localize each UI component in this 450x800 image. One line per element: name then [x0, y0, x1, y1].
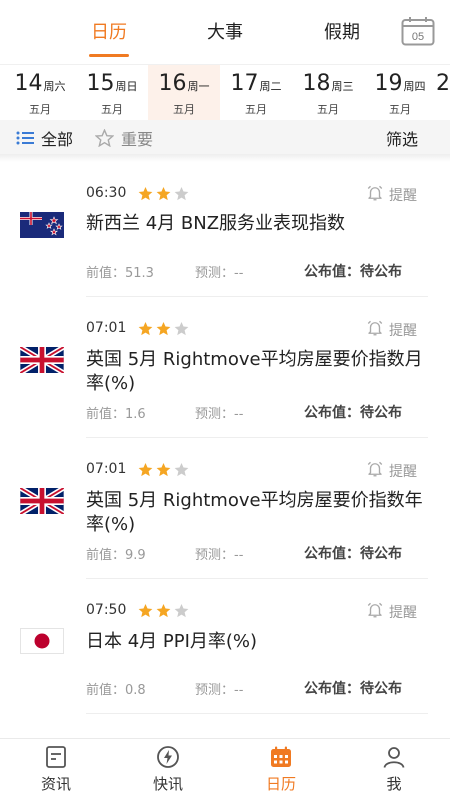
star-outline-icon	[95, 129, 114, 147]
event-title: 日本 4月 PPI月率(%)	[86, 631, 258, 652]
forecast-value: 预测：--	[195, 266, 244, 281]
remind-button[interactable]: 提醒	[366, 184, 417, 206]
star-filled-icon	[156, 603, 171, 622]
date-cell[interactable]: 18周三 五月	[292, 65, 364, 121]
event-divider	[86, 437, 428, 438]
previous-value: 前值：1.6	[86, 407, 146, 422]
date-cell[interactable]: 17周二 五月	[220, 65, 292, 121]
star-empty-icon	[174, 462, 189, 481]
jp-flag	[20, 628, 64, 654]
previous-value: 前值：9.9	[86, 548, 146, 563]
date-cell[interactable]: 14周六 五月	[4, 65, 76, 121]
event-time: 07:01	[86, 461, 127, 477]
uk-flag	[19, 344, 65, 376]
alarm-bell-icon	[366, 460, 384, 482]
flash-icon	[157, 746, 179, 768]
publish-value: 公布值：待公布	[304, 681, 402, 697]
importance-stars	[138, 321, 189, 340]
forecast-value: 预测：--	[195, 683, 244, 698]
active-tab-indicator	[89, 54, 129, 57]
star-filled-icon	[138, 321, 153, 340]
divider	[0, 154, 450, 162]
uk-flag	[19, 485, 65, 517]
nav-news[interactable]: 资讯	[0, 739, 112, 800]
publish-value: 公布值：待公布	[304, 546, 402, 562]
event-time: 06:30	[86, 185, 127, 201]
remind-button[interactable]: 提醒	[366, 601, 417, 623]
alarm-bell-icon	[366, 601, 384, 623]
star-filled-icon	[138, 186, 153, 205]
nav-calendar[interactable]: 日历	[225, 739, 337, 800]
event-divider	[86, 578, 428, 579]
profile-icon	[383, 747, 405, 768]
filter-settings-button[interactable]: 筛选	[386, 126, 418, 150]
forecast-value: 预测：--	[195, 407, 244, 422]
importance-stars	[138, 603, 189, 622]
nav-flash[interactable]: 快讯	[112, 739, 224, 800]
event-divider	[86, 713, 428, 714]
date-cell[interactable]: 19周四 五月	[364, 65, 436, 121]
event-title: 英国 5月 Rightmove平均房屋要价指数年率(%)	[86, 490, 423, 535]
star-filled-icon	[156, 462, 171, 481]
star-filled-icon	[156, 321, 171, 340]
alarm-bell-icon	[366, 319, 384, 341]
filter-bar: 全部 重要 筛选	[0, 120, 450, 154]
svg-text:05: 05	[412, 31, 424, 43]
filter-important-button[interactable]: 重要	[95, 126, 153, 150]
date-cell-selected[interactable]: 16周一 五月	[148, 65, 220, 121]
publish-value: 公布值：待公布	[304, 264, 402, 280]
calendar-picker-icon[interactable]: 05	[401, 16, 435, 46]
star-empty-icon	[174, 603, 189, 622]
event-time: 07:01	[86, 320, 127, 336]
news-icon	[46, 746, 66, 768]
previous-value: 前值：51.3	[86, 266, 154, 281]
bottom-nav: 资讯 快讯 日历 我	[0, 738, 450, 800]
nav-profile[interactable]: 我	[338, 739, 450, 800]
nz-flag	[20, 212, 64, 238]
filter-all-button[interactable]: 全部	[16, 126, 73, 150]
tab-holidays[interactable]: 假期	[322, 18, 362, 44]
publish-value: 公布值：待公布	[304, 405, 402, 421]
tab-calendar[interactable]: 日历	[89, 18, 129, 44]
event-time: 07:50	[86, 602, 127, 618]
remind-button[interactable]: 提醒	[366, 319, 417, 341]
forecast-value: 预测：--	[195, 548, 244, 563]
list-icon	[16, 131, 34, 145]
date-cell[interactable]: 15周日 五月	[76, 65, 148, 121]
remind-button[interactable]: 提醒	[366, 460, 417, 482]
star-empty-icon	[174, 186, 189, 205]
tab-events[interactable]: 大事	[205, 18, 245, 44]
date-strip: 14周六 五月 15周日 五月 16周一 五月 17周二 五月 18周三 五月 …	[0, 64, 450, 121]
date-cell-partial[interactable]: 20	[436, 65, 450, 121]
event-divider	[86, 296, 428, 297]
top-tabs: 日历 大事 假期 05	[0, 0, 450, 64]
event-title: 新西兰 4月 BNZ服务业表现指数	[86, 213, 346, 234]
calendar-icon	[271, 746, 291, 767]
star-filled-icon	[138, 603, 153, 622]
previous-value: 前值：0.8	[86, 683, 146, 698]
star-empty-icon	[174, 321, 189, 340]
event-title: 英国 5月 Rightmove平均房屋要价指数月率(%)	[86, 349, 423, 394]
importance-stars	[138, 186, 189, 205]
star-filled-icon	[156, 186, 171, 205]
star-filled-icon	[138, 462, 153, 481]
importance-stars	[138, 462, 189, 481]
alarm-bell-icon	[366, 184, 384, 206]
